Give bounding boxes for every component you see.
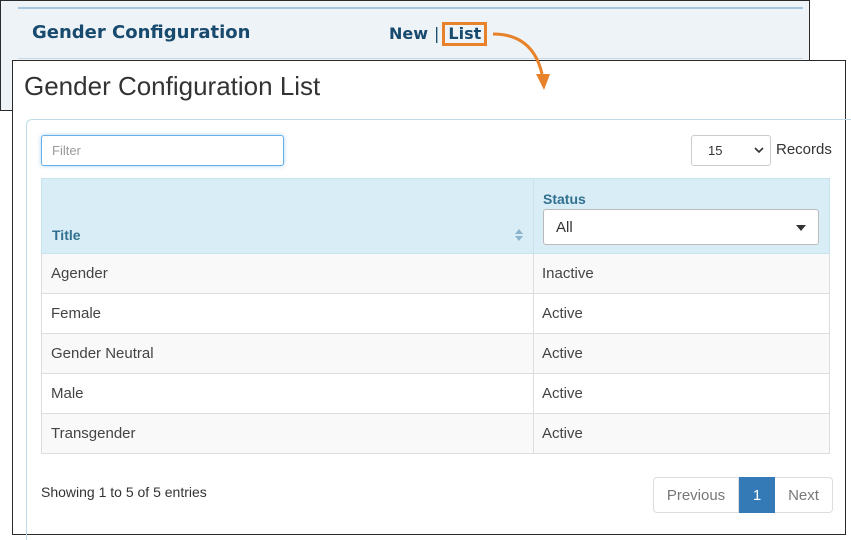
- status-filter-value: All: [556, 218, 573, 236]
- table-row[interactable]: Female Active: [41, 294, 830, 334]
- module-title: Gender Configuration: [32, 22, 251, 43]
- table-body: Agender Inactive Female Active Gender Ne…: [41, 254, 830, 454]
- table-row[interactable]: Gender Neutral Active: [41, 334, 830, 374]
- table-header: Title Status All: [41, 178, 830, 255]
- chevron-down-icon: [754, 147, 764, 154]
- list-window: Gender Configuration List 15 Records Tit…: [12, 60, 851, 540]
- records-per-page-value: 15: [708, 143, 723, 158]
- cell-divider: [533, 254, 534, 293]
- new-link[interactable]: New: [389, 24, 428, 43]
- cell-divider: [533, 414, 534, 453]
- cell-title: Transgender: [51, 425, 136, 442]
- cell-title: Female: [51, 305, 102, 322]
- records-per-page-select[interactable]: 15: [691, 135, 771, 166]
- cell-status: Active: [542, 305, 583, 322]
- table-row[interactable]: Agender Inactive: [41, 254, 830, 294]
- cell-status: Active: [542, 345, 583, 362]
- entries-summary: Showing 1 to 5 of 5 entries: [41, 484, 207, 500]
- page-1-button[interactable]: 1: [739, 477, 775, 513]
- table-row[interactable]: Transgender Active: [41, 414, 830, 454]
- cell-divider: [533, 374, 534, 413]
- top-divider: [18, 7, 803, 9]
- cell-title: Male: [51, 385, 84, 402]
- header-divider: [533, 179, 534, 255]
- page-title: Gender Configuration List: [24, 71, 321, 101]
- cell-status: Active: [542, 385, 583, 402]
- nav-divider: [18, 58, 803, 59]
- caret-down-icon: [796, 225, 806, 231]
- next-page-button[interactable]: Next: [775, 477, 833, 513]
- records-label: Records: [776, 141, 832, 158]
- pagination: Previous 1 Next: [653, 477, 833, 513]
- nav-separator: |: [434, 24, 440, 43]
- column-header-title[interactable]: Title: [52, 227, 81, 243]
- cell-status: Inactive: [542, 265, 594, 282]
- column-header-status: Status: [543, 191, 586, 207]
- cell-divider: [533, 334, 534, 373]
- previous-page-button[interactable]: Previous: [653, 477, 739, 513]
- cell-title: Agender: [51, 265, 108, 282]
- table-row[interactable]: Male Active: [41, 374, 830, 414]
- cell-status: Active: [542, 425, 583, 442]
- sort-icon[interactable]: [514, 228, 524, 242]
- filter-input[interactable]: [41, 135, 284, 166]
- cell-divider: [533, 294, 534, 333]
- status-filter-select[interactable]: All: [543, 209, 819, 245]
- cell-title: Gender Neutral: [51, 345, 154, 362]
- list-link[interactable]: List: [442, 22, 488, 46]
- module-nav: New | List: [389, 22, 488, 46]
